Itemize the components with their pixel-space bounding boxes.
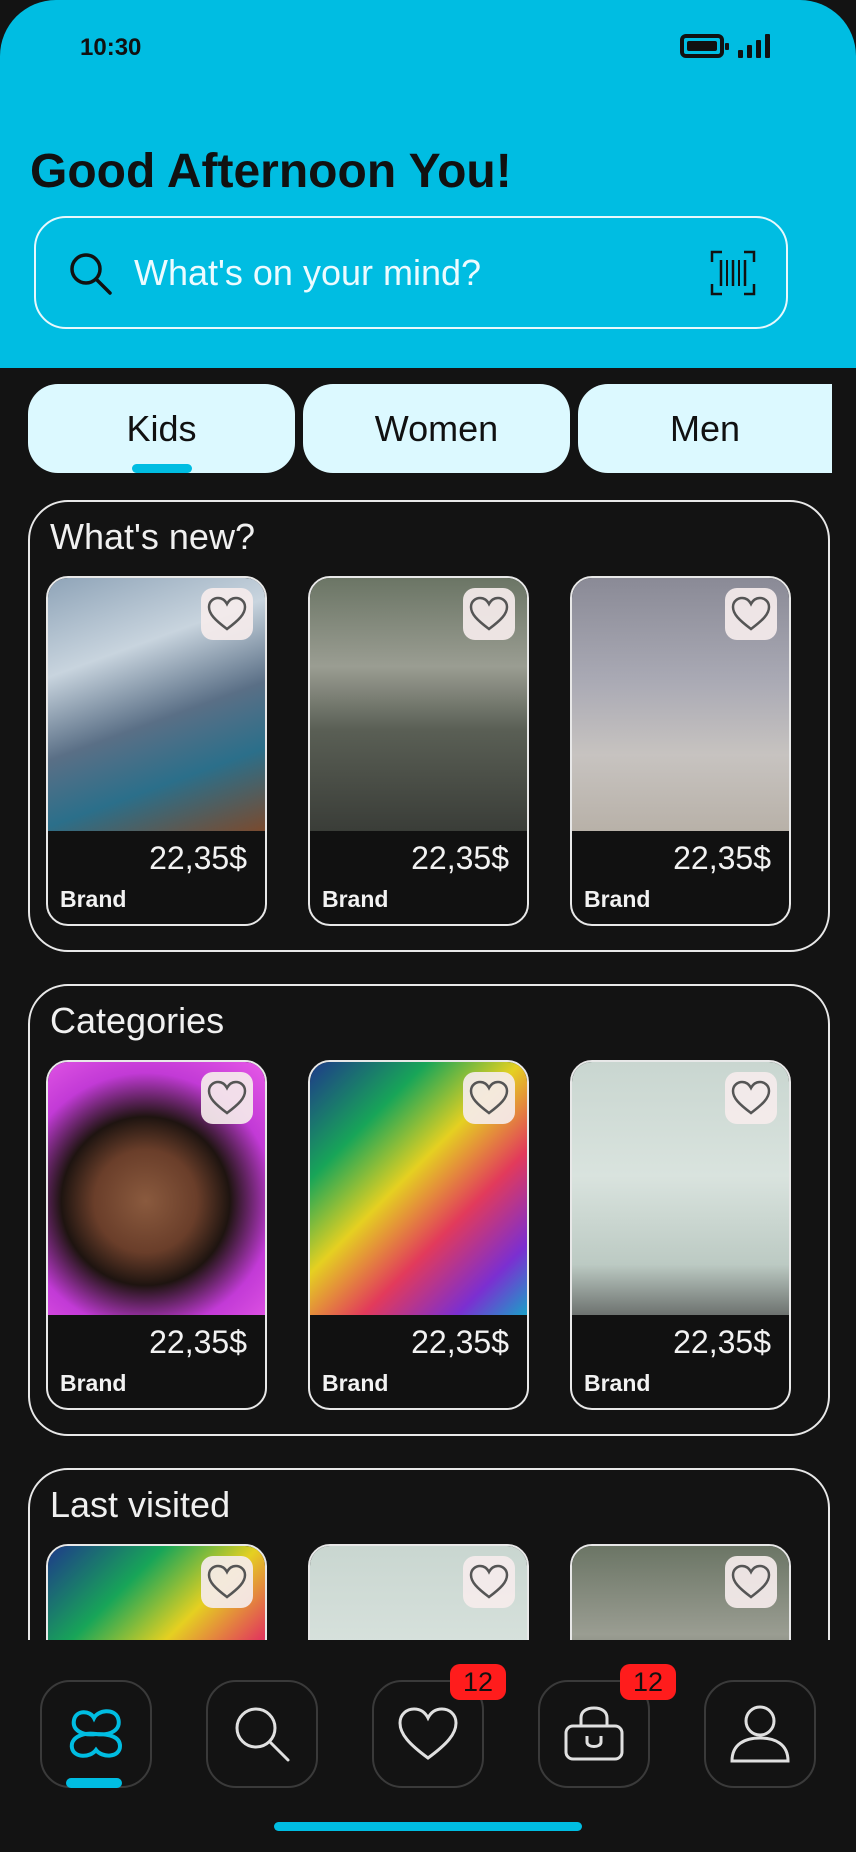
product-price: 22,35$ [411, 1324, 509, 1360]
heart-icon [398, 1707, 458, 1760]
nav-home[interactable] [40, 1680, 152, 1788]
section-2: Last visited 22,35$Brand 22,35$Brand 22,35$… [28, 1468, 830, 1640]
favorite-heart-icon[interactable] [201, 1556, 253, 1608]
product-card[interactable]: 22,35$ Brand [46, 1060, 267, 1410]
product-card[interactable]: 22,35$ Brand [308, 576, 529, 926]
product-brand: Brand [322, 886, 389, 912]
product-card[interactable]: 22,35$Brand [46, 1544, 267, 1640]
favorite-heart-icon[interactable] [463, 1072, 515, 1124]
product-brand: Brand [584, 1370, 651, 1396]
tab-kids[interactable]: Kids [28, 384, 295, 473]
search-icon [235, 1707, 290, 1762]
tab-selected-indicator [132, 464, 192, 473]
favorite-heart-icon[interactable] [201, 1072, 253, 1124]
product-price: 22,35$ [411, 840, 509, 876]
tab-men[interactable]: Men [578, 384, 832, 473]
favorite-heart-icon[interactable] [463, 588, 515, 640]
product-price: 22,35$ [673, 840, 771, 876]
section-title: What's new? [50, 516, 255, 557]
product-price: 22,35$ [149, 1324, 247, 1360]
section-title: Last visited [50, 1484, 231, 1525]
favorite-heart-icon[interactable] [201, 588, 253, 640]
favorite-heart-icon[interactable] [725, 588, 777, 640]
product-card[interactable]: 22,35$Brand [570, 1544, 791, 1640]
favorite-heart-icon[interactable] [725, 1072, 777, 1124]
cart-badge: 12 [620, 1664, 676, 1700]
product-card[interactable]: 22,35$ Brand [570, 576, 791, 926]
user-icon [730, 1705, 790, 1763]
category-tabs: Kids Women Men [28, 384, 832, 473]
favorite-heart-icon[interactable] [725, 1556, 777, 1608]
bottom-nav: 12 12 [0, 1640, 856, 1852]
tab-women[interactable]: Women [303, 384, 570, 473]
product-card[interactable]: 22,35$Brand [308, 1544, 529, 1640]
home-indicator [274, 1822, 582, 1831]
section-0: What's new? 22,35$ Brand 22,35$ Brand 22,35$ B… [28, 500, 830, 952]
product-price: 22,35$ [673, 1324, 771, 1360]
tab-label: Women [374, 407, 499, 449]
tab-label: Men [669, 407, 741, 449]
product-card[interactable]: 22,35$ Brand [308, 1060, 529, 1410]
section-1: Categories 22,35$ Brand 22,35$ Brand 22,35$ Br… [28, 984, 830, 1436]
nav-active-indicator [66, 1778, 122, 1788]
favorites-badge: 12 [450, 1664, 506, 1700]
product-brand: Brand [60, 886, 127, 912]
product-brand: Brand [584, 886, 651, 912]
nav-search[interactable] [206, 1680, 318, 1788]
product-brand: Brand [322, 1370, 389, 1396]
nav-profile[interactable] [704, 1680, 816, 1788]
shopping-bag-icon [564, 1706, 624, 1761]
tab-label: Kids [126, 407, 197, 449]
favorite-heart-icon[interactable] [463, 1556, 515, 1608]
product-price: 22,35$ [149, 840, 247, 876]
section-title: Categories [50, 1000, 225, 1041]
home-logo-icon [69, 1709, 123, 1758]
product-brand: Brand [60, 1370, 127, 1396]
product-card[interactable]: 22,35$ Brand [570, 1060, 791, 1410]
content-scroll[interactable]: Kids Women Men What's new? 22,35$ Brand 22,… [0, 0, 856, 1640]
product-card[interactable]: 22,35$ Brand [46, 576, 267, 926]
